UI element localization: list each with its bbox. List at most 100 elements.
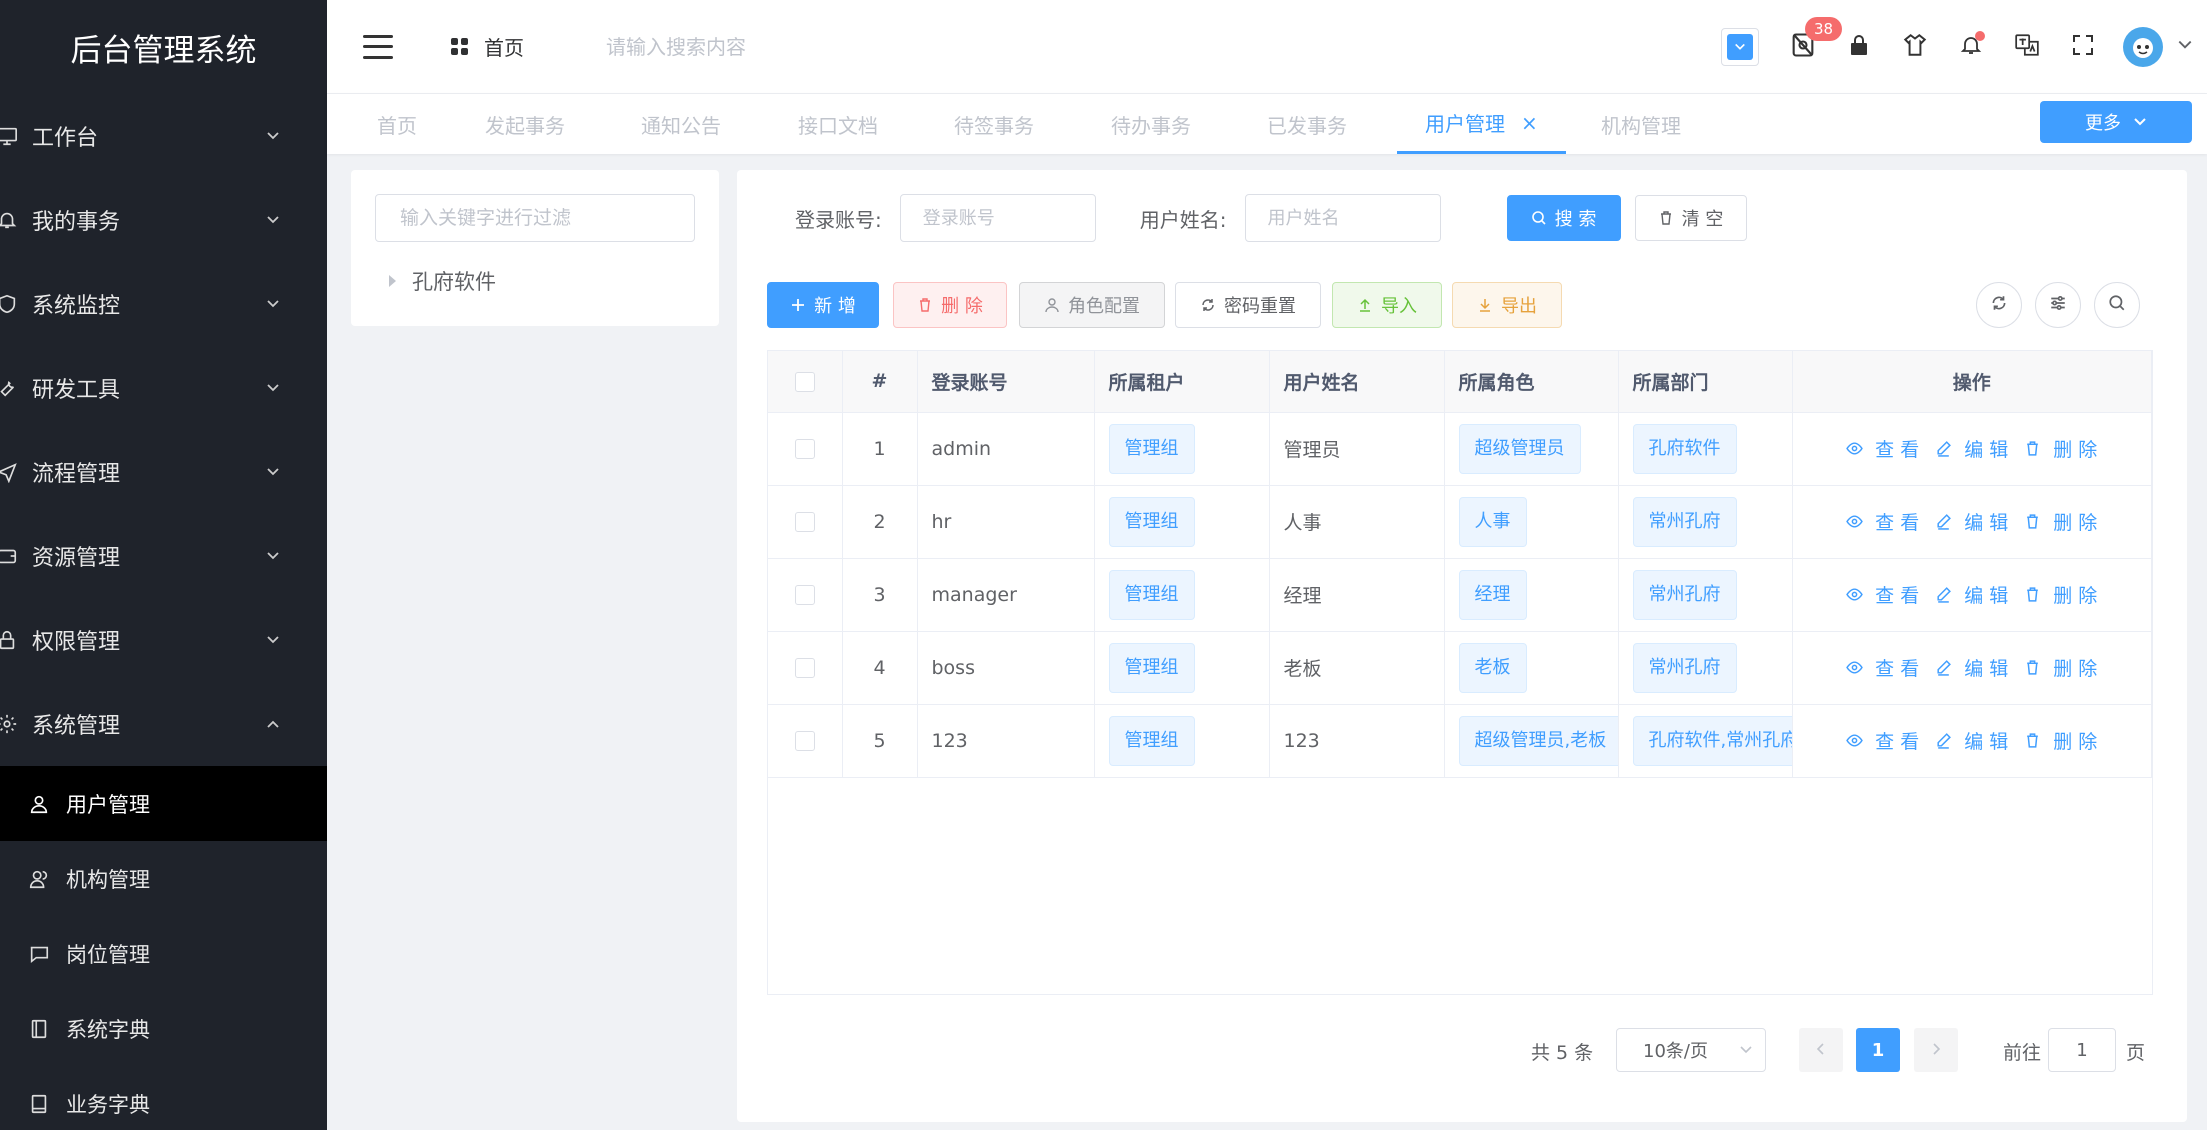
- user-menu-chevron[interactable]: [2163, 19, 2207, 75]
- page-size-select[interactable]: 10条/页: [1616, 1028, 1766, 1072]
- name-input[interactable]: [1244, 194, 1441, 242]
- next-page-button[interactable]: [1914, 1028, 1958, 1072]
- row-dept-cell: 常州孔府: [1618, 485, 1793, 559]
- sidebar-subitem-org-management[interactable]: 机构管理: [0, 841, 327, 916]
- search-button[interactable]: 搜 索: [1506, 195, 1621, 241]
- tab-api-docs[interactable]: 接口文档: [798, 94, 878, 154]
- wallet-icon: [0, 541, 22, 571]
- delete-button[interactable]: 删 除: [2024, 508, 2097, 535]
- trash-icon: [2024, 732, 2047, 749]
- tab-user-management[interactable]: 用户管理 ×: [1397, 94, 1566, 154]
- more-tabs-button[interactable]: 更多: [2040, 101, 2192, 143]
- prev-page-button[interactable]: [1799, 1028, 1843, 1072]
- sidebar-item-monitor[interactable]: 系统监控: [0, 262, 327, 346]
- shirt-icon: [1902, 32, 1928, 63]
- row-index: 4: [842, 631, 918, 705]
- row-select-cell: [768, 485, 843, 559]
- role-config-button[interactable]: 角色配置: [1019, 282, 1165, 328]
- edit-button[interactable]: 编 辑: [1935, 508, 2008, 535]
- sidebar-item-permissions[interactable]: 权限管理: [0, 598, 327, 682]
- message-button[interactable]: [1943, 19, 1999, 75]
- fullscreen-icon: [2071, 33, 2095, 62]
- account-input[interactable]: [899, 194, 1096, 242]
- sidebar-item-workbench[interactable]: 工作台: [0, 94, 327, 178]
- header-home-link[interactable]: 首页: [451, 32, 524, 61]
- sidebar-item-devtools[interactable]: 研发工具: [0, 346, 327, 430]
- clear-button[interactable]: 清 空: [1634, 195, 1747, 241]
- tab-label: 首页: [377, 113, 417, 138]
- menu-toggle-icon[interactable]: [363, 34, 393, 59]
- view-button[interactable]: 查 看: [1846, 508, 1919, 535]
- refresh-table-button[interactable]: [1976, 282, 2022, 328]
- column-settings-button[interactable]: [2035, 282, 2081, 328]
- notification-button[interactable]: 38: [1775, 17, 1843, 75]
- page-number-current[interactable]: 1: [1856, 1028, 1900, 1072]
- sidebar-item-workflow[interactable]: 流程管理: [0, 430, 327, 514]
- row-checkbox[interactable]: [794, 512, 815, 532]
- edit-button[interactable]: 编 辑: [1935, 654, 2008, 681]
- row-checkbox[interactable]: [794, 658, 815, 678]
- user-icon: [26, 791, 52, 817]
- sidebar: 后台管理系统 工作台 我的事务 系统监控 研发工具 流程管理 资源管理 权限管理…: [0, 0, 327, 1130]
- row-checkbox[interactable]: [794, 439, 815, 459]
- caret-right-icon[interactable]: [389, 275, 396, 287]
- lock-screen-button[interactable]: [1831, 19, 1887, 75]
- search-icon: [2108, 294, 2126, 317]
- pagination-total: 共 5 条: [1531, 1042, 1594, 1064]
- tab-sent[interactable]: 已发事务: [1267, 94, 1347, 154]
- tab-home[interactable]: 首页: [377, 94, 417, 154]
- header-search-input[interactable]: [606, 34, 926, 59]
- edit-button[interactable]: 编 辑: [1935, 435, 2008, 462]
- select-all-checkbox[interactable]: [794, 371, 815, 392]
- add-button[interactable]: 新 增: [767, 282, 879, 328]
- sidebar-subitem-label: 用户管理: [66, 792, 150, 817]
- theme-color-picker[interactable]: [1721, 28, 1759, 66]
- edit-label: 编 辑: [1964, 731, 2009, 753]
- import-button[interactable]: 导入: [1332, 282, 1442, 328]
- tab-notices[interactable]: 通知公告: [641, 94, 721, 154]
- theme-button[interactable]: [1887, 19, 1943, 75]
- tab-initiate-affair[interactable]: 发起事务: [485, 94, 565, 154]
- tab-todo[interactable]: 待办事务: [1111, 94, 1191, 154]
- row-account: manager: [917, 558, 1095, 632]
- delete-button[interactable]: 删 除: [2024, 654, 2097, 681]
- row-role-cell: 经理: [1444, 558, 1619, 632]
- edit-button[interactable]: 编 辑: [1935, 727, 2008, 754]
- sidebar-subitem-post-management[interactable]: 岗位管理: [0, 916, 327, 991]
- eye-icon: [1846, 513, 1869, 530]
- tree-filter-input[interactable]: [375, 194, 695, 242]
- close-icon[interactable]: ×: [1521, 111, 1538, 135]
- sidebar-item-system[interactable]: 系统管理: [0, 682, 327, 766]
- sidebar-item-my-affairs[interactable]: 我的事务: [0, 178, 327, 262]
- delete-button[interactable]: 删 除: [2024, 581, 2097, 608]
- view-button[interactable]: 查 看: [1846, 581, 1919, 608]
- batch-delete-button[interactable]: 删 除: [893, 282, 1007, 328]
- clear-button-label: 清 空: [1681, 209, 1724, 230]
- sidebar-item-resources[interactable]: 资源管理: [0, 514, 327, 598]
- delete-button[interactable]: 删 除: [2024, 435, 2097, 462]
- row-checkbox[interactable]: [794, 585, 815, 605]
- fullscreen-button[interactable]: [2055, 19, 2111, 75]
- user-avatar[interactable]: [2123, 27, 2163, 67]
- edit-button[interactable]: 编 辑: [1935, 581, 2008, 608]
- export-button[interactable]: 导出: [1452, 282, 1562, 328]
- tab-org-management[interactable]: 机构管理: [1601, 94, 1681, 154]
- row-index: 5: [842, 704, 918, 778]
- tab-pending-sign[interactable]: 待签事务: [954, 94, 1034, 154]
- sidebar-item-label: 资源管理: [32, 546, 121, 571]
- view-button[interactable]: 查 看: [1846, 435, 1919, 462]
- sidebar-subitem-system-dict[interactable]: 系统字典: [0, 991, 327, 1066]
- view-button[interactable]: 查 看: [1846, 654, 1919, 681]
- row-checkbox[interactable]: [794, 731, 815, 751]
- sidebar-subitem-business-dict[interactable]: 业务字典: [0, 1066, 327, 1130]
- toggle-search-button[interactable]: [2094, 282, 2140, 328]
- tree-node-root[interactable]: 孔府软件: [389, 266, 496, 296]
- language-button[interactable]: [1999, 19, 2055, 75]
- sidebar-subitem-user-management[interactable]: 用户管理: [0, 766, 327, 841]
- delete-button[interactable]: 删 除: [2024, 727, 2097, 754]
- password-reset-button[interactable]: 密码重置: [1175, 282, 1321, 328]
- goto-page-input[interactable]: [2048, 1028, 2116, 1072]
- row-dept-cell: 孔府软件: [1618, 412, 1793, 486]
- tenant-tag: 管理组: [1108, 715, 1195, 766]
- view-button[interactable]: 查 看: [1846, 727, 1919, 754]
